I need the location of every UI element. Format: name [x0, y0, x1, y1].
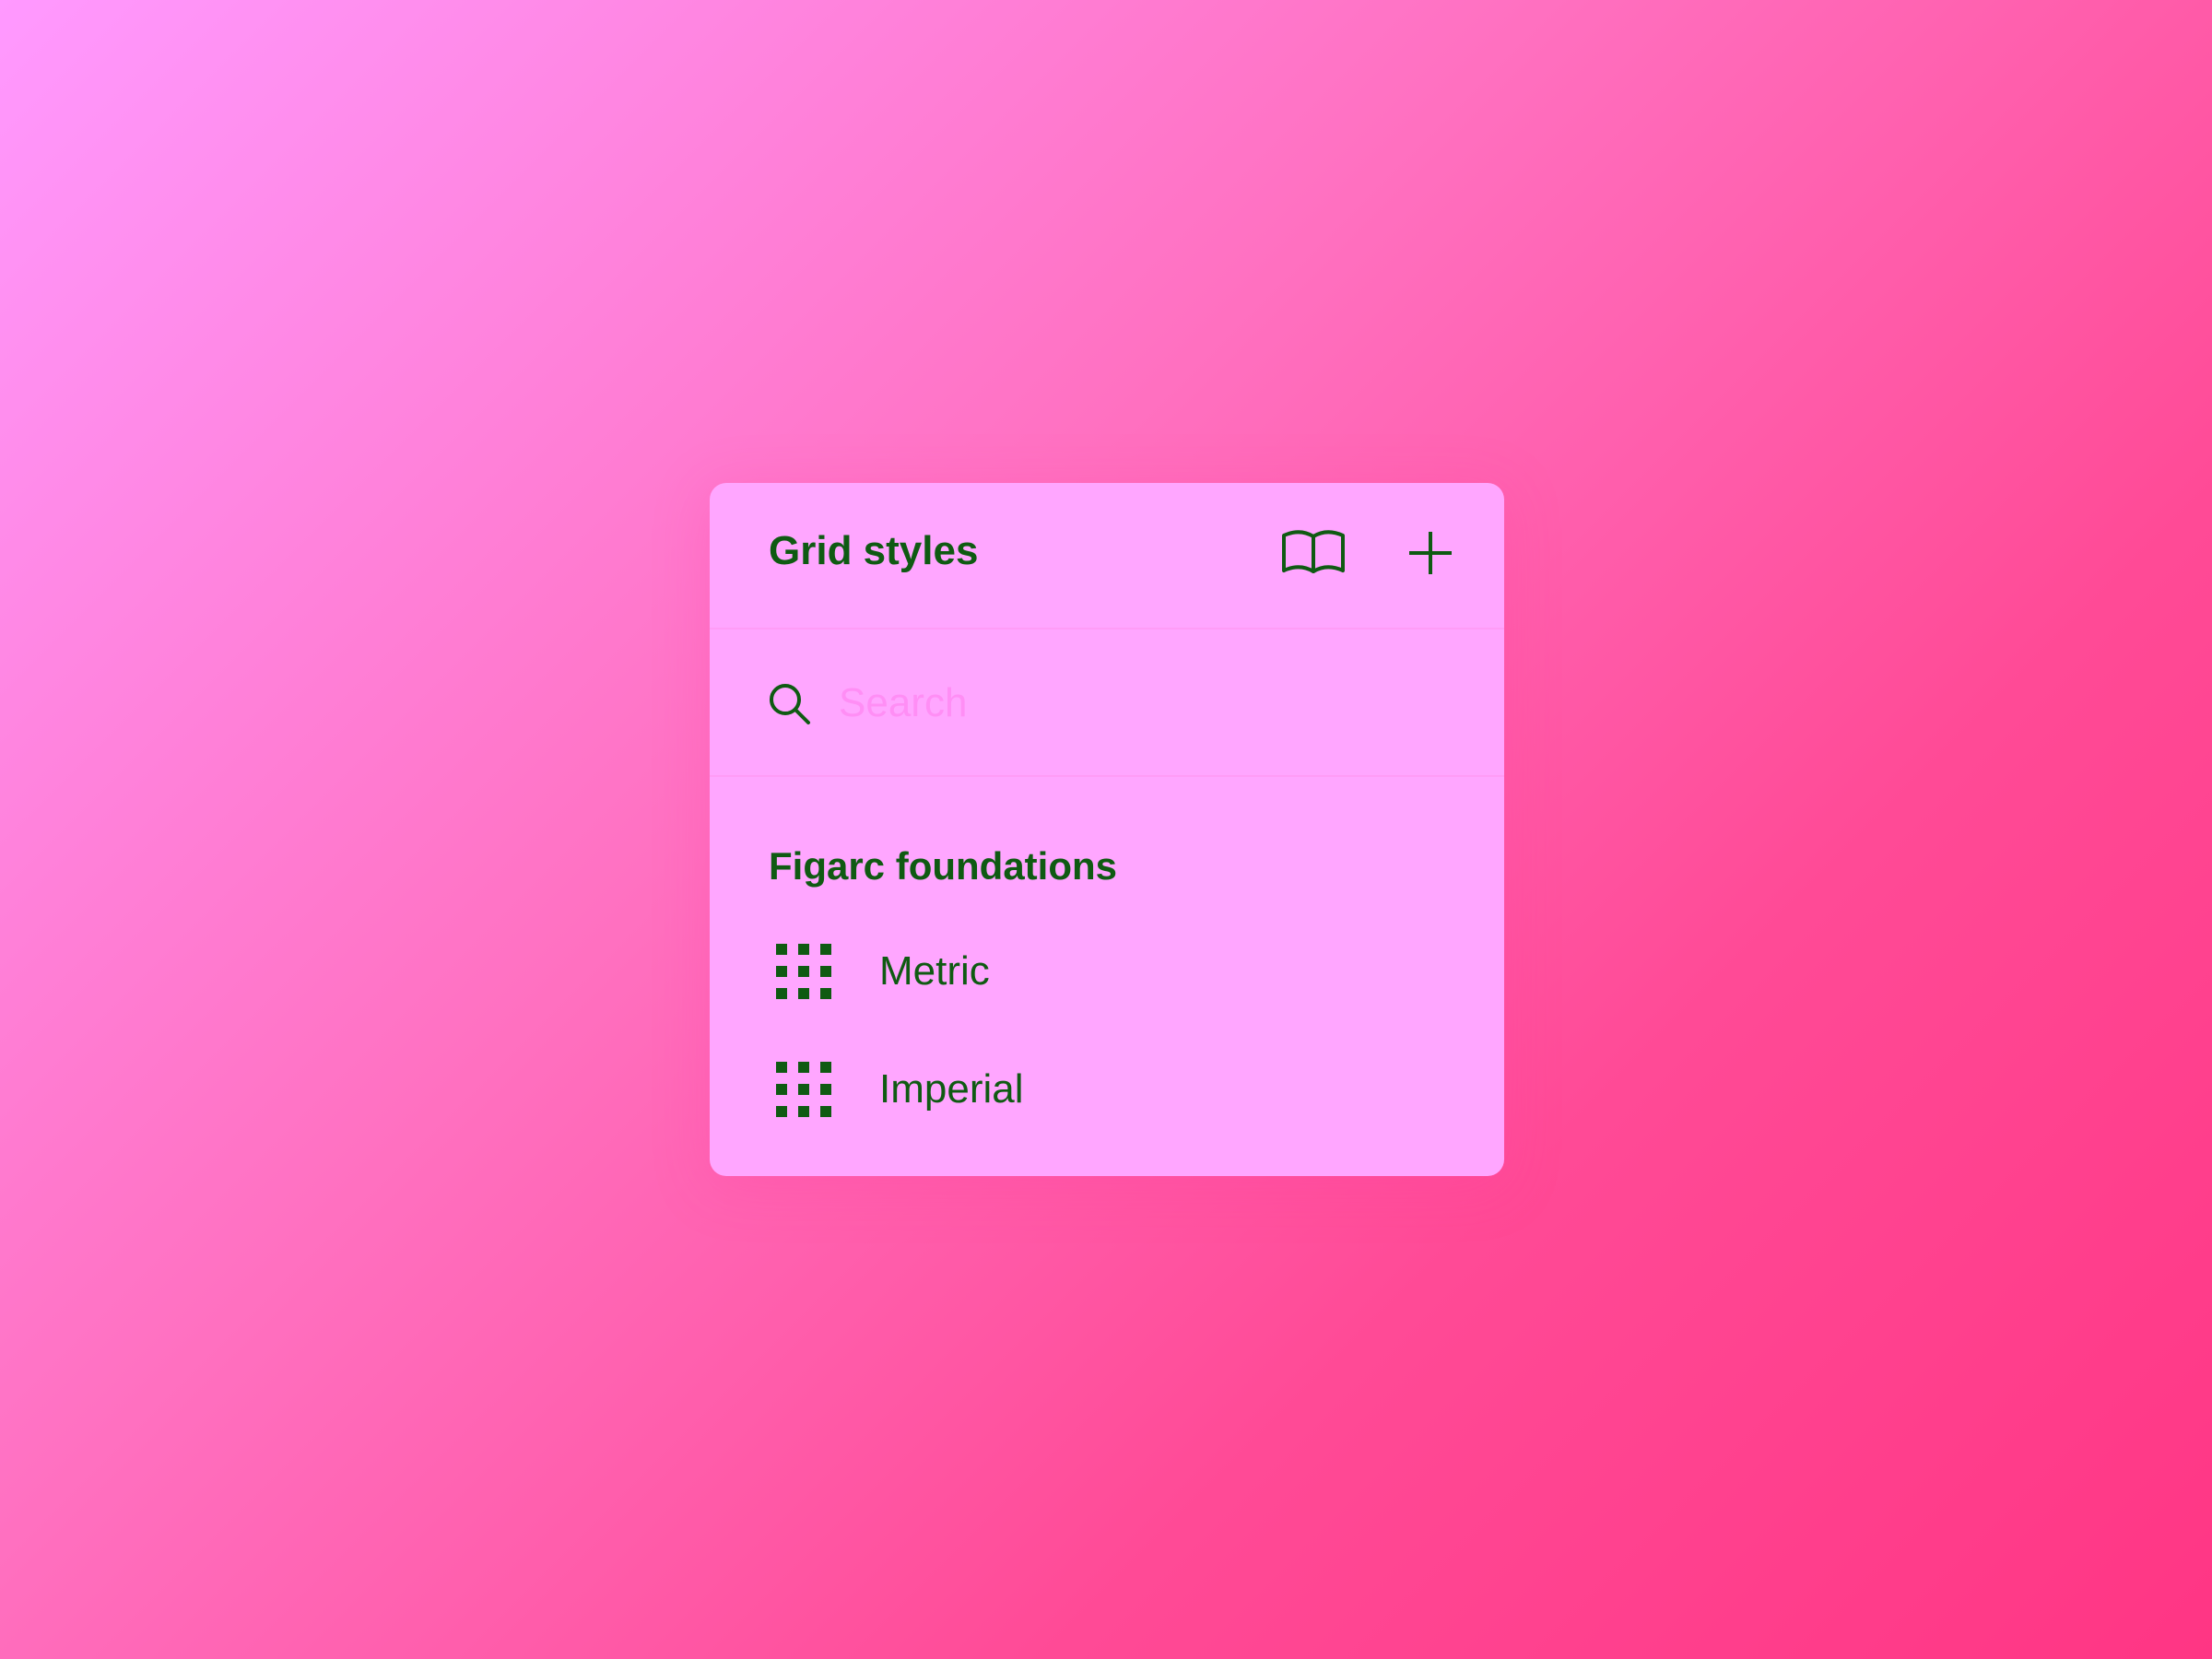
search-icon — [770, 684, 810, 724]
search-row — [710, 629, 1504, 777]
panel-title: Grid styles — [769, 528, 979, 573]
grid-styles-panel: Grid styles Figarc foundations — [710, 483, 1504, 1176]
plus-icon — [1409, 532, 1452, 574]
list-item-metric[interactable]: Metric — [747, 924, 1465, 1016]
list-item-label: Metric — [879, 948, 990, 994]
list-item-imperial[interactable]: Imperial — [747, 1041, 1465, 1134]
grid-style-icon — [776, 944, 831, 999]
search-input[interactable] — [839, 671, 1465, 735]
panel-header: Grid styles — [710, 483, 1504, 629]
grid-style-icon — [776, 1062, 831, 1117]
section-heading: Figarc foundations — [769, 844, 1117, 888]
book-open-icon — [1282, 530, 1345, 573]
library-button[interactable] — [1277, 525, 1350, 581]
add-style-button[interactable] — [1394, 525, 1467, 581]
list-item-label: Imperial — [879, 1066, 1024, 1112]
